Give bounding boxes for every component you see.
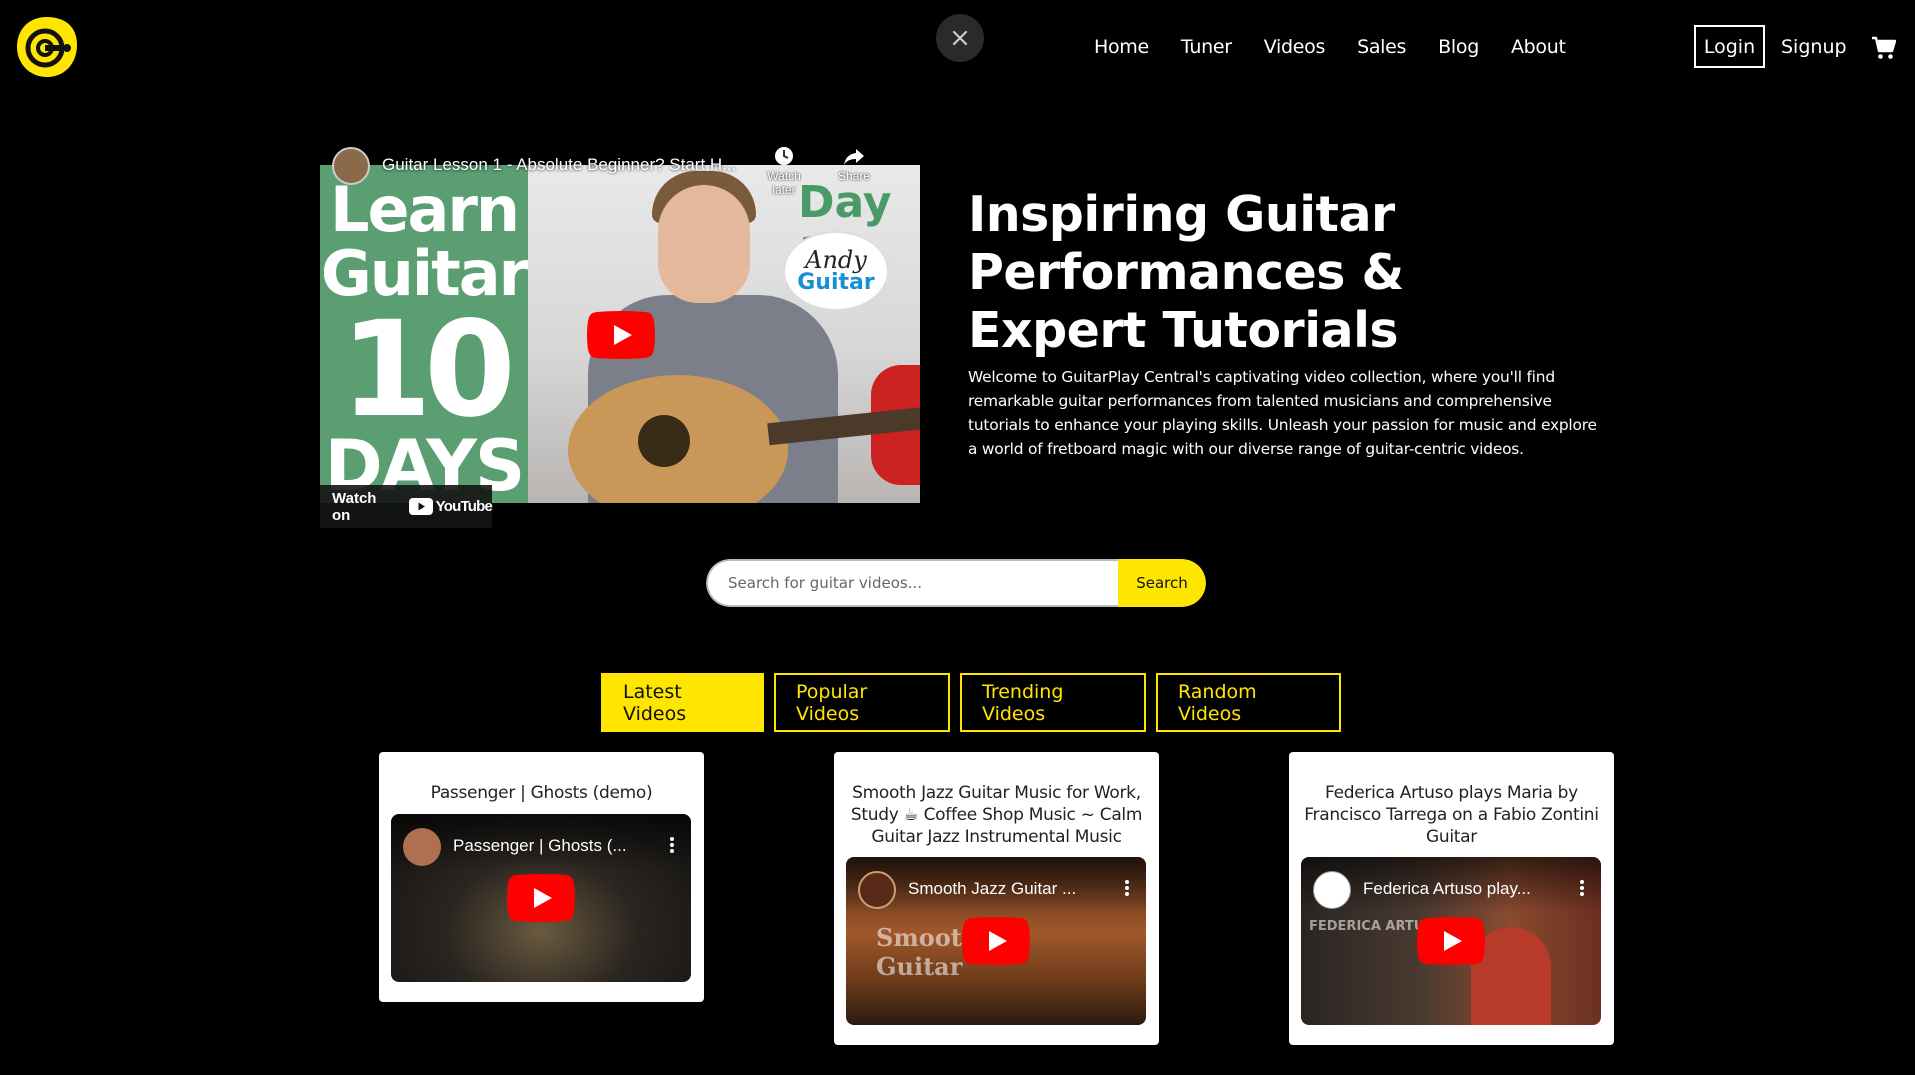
video-tabs: Latest Videos Popular Videos Trending Vi… [601, 673, 1341, 732]
close-icon [952, 30, 968, 46]
video-title[interactable]: Federica Artuso play... [1363, 879, 1553, 899]
more-options-icon[interactable] [669, 836, 675, 854]
video-card-title: Smooth Jazz Guitar Music for Work, Study… [850, 783, 1143, 847]
video-top-bar: Guitar Lesson 1 - Absolute Beginner? Sta… [320, 145, 920, 197]
badge-line2: Guitar [797, 270, 875, 295]
share-icon [844, 149, 864, 165]
youtube-wordmark: YouTube [435, 498, 493, 515]
watch-later-label: Watch later [767, 169, 801, 197]
logo-icon[interactable] [15, 15, 79, 79]
video-title[interactable]: Guitar Lesson 1 - Absolute Beginner? Sta… [382, 155, 752, 175]
tab-popular-videos[interactable]: Popular Videos [774, 673, 950, 732]
nav-tuner[interactable]: Tuner [1181, 36, 1232, 58]
thumbnail-overlay-text: FEDERICA ARTU [1309, 919, 1425, 934]
video-card-thumbnail[interactable]: Passenger | Ghosts (... [391, 814, 691, 982]
watch-later-button[interactable]: Watch later [754, 145, 814, 197]
video-card: Passenger | Ghosts (demo) Passenger | Gh… [379, 752, 704, 1002]
channel-avatar[interactable] [1313, 871, 1351, 909]
tab-latest-videos[interactable]: Latest Videos [601, 673, 764, 732]
nav-videos[interactable]: Videos [1264, 36, 1326, 58]
nav-about[interactable]: About [1511, 36, 1566, 58]
play-icon[interactable] [1417, 917, 1485, 965]
share-button[interactable]: Share [824, 145, 884, 183]
andy-guitar-badge: Andy Guitar [783, 231, 889, 311]
badge-line1: Andy [805, 246, 867, 274]
thumbnail-text-panel: Learn Guitar 10 DAYS [320, 165, 529, 503]
more-options-icon[interactable] [1124, 879, 1130, 897]
channel-avatar[interactable] [332, 147, 370, 185]
play-icon[interactable] [962, 917, 1030, 965]
channel-avatar[interactable] [403, 828, 441, 866]
video-card-thumbnail[interactable]: Smooth Jazz Guitar ... Smooth Guitar [846, 857, 1146, 1025]
play-button[interactable] [587, 311, 655, 359]
video-card-thumbnail[interactable]: Federica Artuso play... FEDERICA ARTU [1301, 857, 1601, 1025]
watch-on-youtube-button[interactable]: Watch on YouTube [320, 485, 493, 528]
video-card: Federica Artuso plays Maria by Francisco… [1289, 752, 1614, 1045]
signup-link[interactable]: Signup [1781, 36, 1847, 58]
watch-on-label: Watch on [332, 489, 377, 524]
page-description: Welcome to GuitarPlay Central's captivat… [968, 368, 1597, 458]
cart-icon[interactable] [1872, 36, 1897, 60]
share-label: Share [837, 169, 871, 183]
video-card: Smooth Jazz Guitar Music for Work, Study… [834, 752, 1159, 1045]
tab-random-videos[interactable]: Random Videos [1156, 673, 1341, 732]
tab-trending-videos[interactable]: Trending Videos [960, 673, 1146, 732]
guitar-soundhole [638, 415, 690, 467]
play-icon[interactable] [507, 874, 575, 922]
video-title[interactable]: Smooth Jazz Guitar ... [908, 879, 1098, 899]
thumb-word-10: 10 [340, 293, 516, 447]
nav-blog[interactable]: Blog [1438, 36, 1479, 58]
video-title[interactable]: Passenger | Ghosts (... [453, 836, 643, 856]
search-input[interactable] [706, 559, 1118, 607]
clock-icon [775, 147, 793, 165]
search-button[interactable]: Search [1118, 559, 1206, 607]
video-card-title: Federica Artuso plays Maria by Francisco… [1304, 783, 1599, 847]
play-icon [587, 311, 655, 359]
main-nav: Home Tuner Videos Sales Blog About [1094, 36, 1598, 58]
search-bar: Search [706, 559, 1206, 607]
youtube-logo: YouTube [408, 498, 493, 515]
page-title: Inspiring Guitar Performances & Expert T… [968, 186, 1404, 359]
channel-avatar[interactable] [858, 871, 896, 909]
nav-home[interactable]: Home [1094, 36, 1149, 58]
nav-sales[interactable]: Sales [1357, 36, 1406, 58]
close-button[interactable] [936, 14, 984, 62]
login-button[interactable]: Login [1694, 25, 1765, 68]
youtube-icon [408, 498, 433, 515]
more-options-icon[interactable] [1579, 879, 1585, 897]
person-head [658, 185, 750, 303]
video-card-title: Passenger | Ghosts (demo) [430, 783, 653, 803]
